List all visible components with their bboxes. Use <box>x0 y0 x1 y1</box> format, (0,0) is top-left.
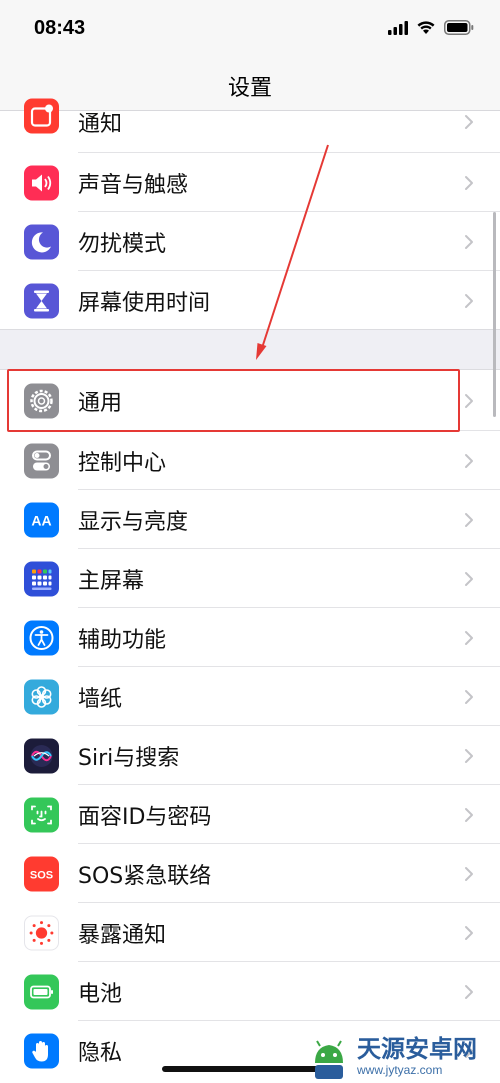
settings-row-label: SOS紧急联络 <box>78 863 212 889</box>
settings-row-wallpaper[interactable]: 墙纸 <box>0 667 500 726</box>
notifications-icon <box>24 98 59 134</box>
cellular-signal-icon <box>388 20 408 35</box>
watermark-url: www.jytyaz.com <box>357 1063 443 1077</box>
settings-row-face-id[interactable]: 面容ID与密码 <box>0 785 500 844</box>
settings-row-accessibility[interactable]: 辅助功能 <box>0 608 500 667</box>
settings-row-label: 电池 <box>78 981 123 1007</box>
chevron-right-icon <box>465 689 473 704</box>
gear-icon <box>24 383 59 418</box>
battery-icon <box>24 974 59 1009</box>
chevron-right-icon <box>465 571 473 586</box>
siri-icon <box>24 738 59 773</box>
watermark: 天源安卓网 www.jytyaz.com <box>305 1030 500 1083</box>
settings-row-battery[interactable]: 电池 <box>0 962 500 1021</box>
sounds-icon <box>24 165 59 200</box>
settings-row-exposure-notifications[interactable]: 暴露通知 <box>0 903 500 962</box>
battery-status-icon <box>444 20 474 35</box>
settings-row-label: 通知 <box>78 112 123 137</box>
chevron-right-icon <box>465 866 473 881</box>
settings-row-label: 通用 <box>78 390 123 416</box>
chevron-right-icon <box>465 748 473 763</box>
chevron-right-icon <box>465 175 473 190</box>
settings-row-label: 显示与亮度 <box>78 509 189 535</box>
chevron-right-icon <box>465 393 473 408</box>
settings-row-control-center[interactable]: 控制中心 <box>0 431 500 490</box>
settings-row-do-not-disturb[interactable]: 勿扰模式 <box>0 212 500 271</box>
watermark-title: 天源安卓网 <box>357 1035 477 1063</box>
settings-row-label: 暴露通知 <box>78 922 167 948</box>
hand-icon <box>24 1033 59 1068</box>
chevron-right-icon <box>465 807 473 822</box>
settings-row-home-screen[interactable]: 主屏幕 <box>0 549 500 608</box>
settings-row-label: 屏幕使用时间 <box>78 290 211 316</box>
settings-row-label: 声音与触感 <box>78 172 189 198</box>
settings-row-label: 主屏幕 <box>78 568 145 594</box>
settings-row-label: 面容ID与密码 <box>78 804 212 830</box>
accessibility-icon <box>24 620 59 655</box>
settings-row-label: 隐私 <box>78 1040 123 1066</box>
settings-row-label: 墙纸 <box>78 686 123 712</box>
chevron-right-icon <box>465 115 473 129</box>
chevron-right-icon <box>465 453 473 468</box>
chevron-right-icon <box>465 512 473 527</box>
exposure-icon <box>24 915 59 950</box>
settings-row-siri[interactable]: Siri与搜索 <box>0 726 500 785</box>
chevron-right-icon <box>465 234 473 249</box>
status-time: 08:43 <box>34 17 86 39</box>
scroll-indicator[interactable] <box>493 212 496 417</box>
chevron-right-icon <box>465 925 473 940</box>
chevron-right-icon <box>465 984 473 999</box>
settings-row-notifications[interactable]: 通知 <box>0 92 500 153</box>
section-separator <box>0 329 500 370</box>
hourglass-icon <box>24 283 59 318</box>
toggles-icon <box>24 443 59 478</box>
settings-row-screen-time[interactable]: 屏幕使用时间 <box>0 271 500 330</box>
settings-group-top: 通知 声音与触感 勿扰模式 屏幕使用时间 <box>0 98 500 330</box>
display-aa-icon: AA <box>24 502 59 537</box>
svg-text:AA: AA <box>31 512 51 528</box>
sos-icon: SOS <box>24 856 59 891</box>
face-id-icon <box>24 797 59 832</box>
settings-row-general[interactable]: 通用 <box>0 370 500 431</box>
wifi-icon <box>417 21 435 34</box>
settings-row-label: 辅助功能 <box>78 627 167 653</box>
chevron-right-icon <box>465 293 473 308</box>
watermark-android-logo-icon <box>315 1039 343 1079</box>
chevron-right-icon <box>465 630 473 645</box>
settings-row-label: 控制中心 <box>78 450 167 476</box>
moon-icon <box>24 224 59 259</box>
status-bar: 08:43 <box>0 0 500 60</box>
settings-row-label: 勿扰模式 <box>78 231 167 257</box>
home-grid-icon <box>24 561 59 596</box>
status-icons <box>388 20 474 35</box>
settings-row-display[interactable]: AA 显示与亮度 <box>0 490 500 549</box>
svg-text:SOS: SOS <box>30 869 53 881</box>
wallpaper-flower-icon <box>24 679 59 714</box>
settings-group-main: 通用 控制中心 AA 显示与亮度 主屏幕 辅助功能 墙纸 Siri与搜索 面容I… <box>0 370 500 1083</box>
settings-row-emergency-sos[interactable]: SOS SOS紧急联络 <box>0 844 500 903</box>
settings-row-sounds[interactable]: 声音与触感 <box>0 153 500 212</box>
settings-row-label: Siri与搜索 <box>78 745 180 771</box>
